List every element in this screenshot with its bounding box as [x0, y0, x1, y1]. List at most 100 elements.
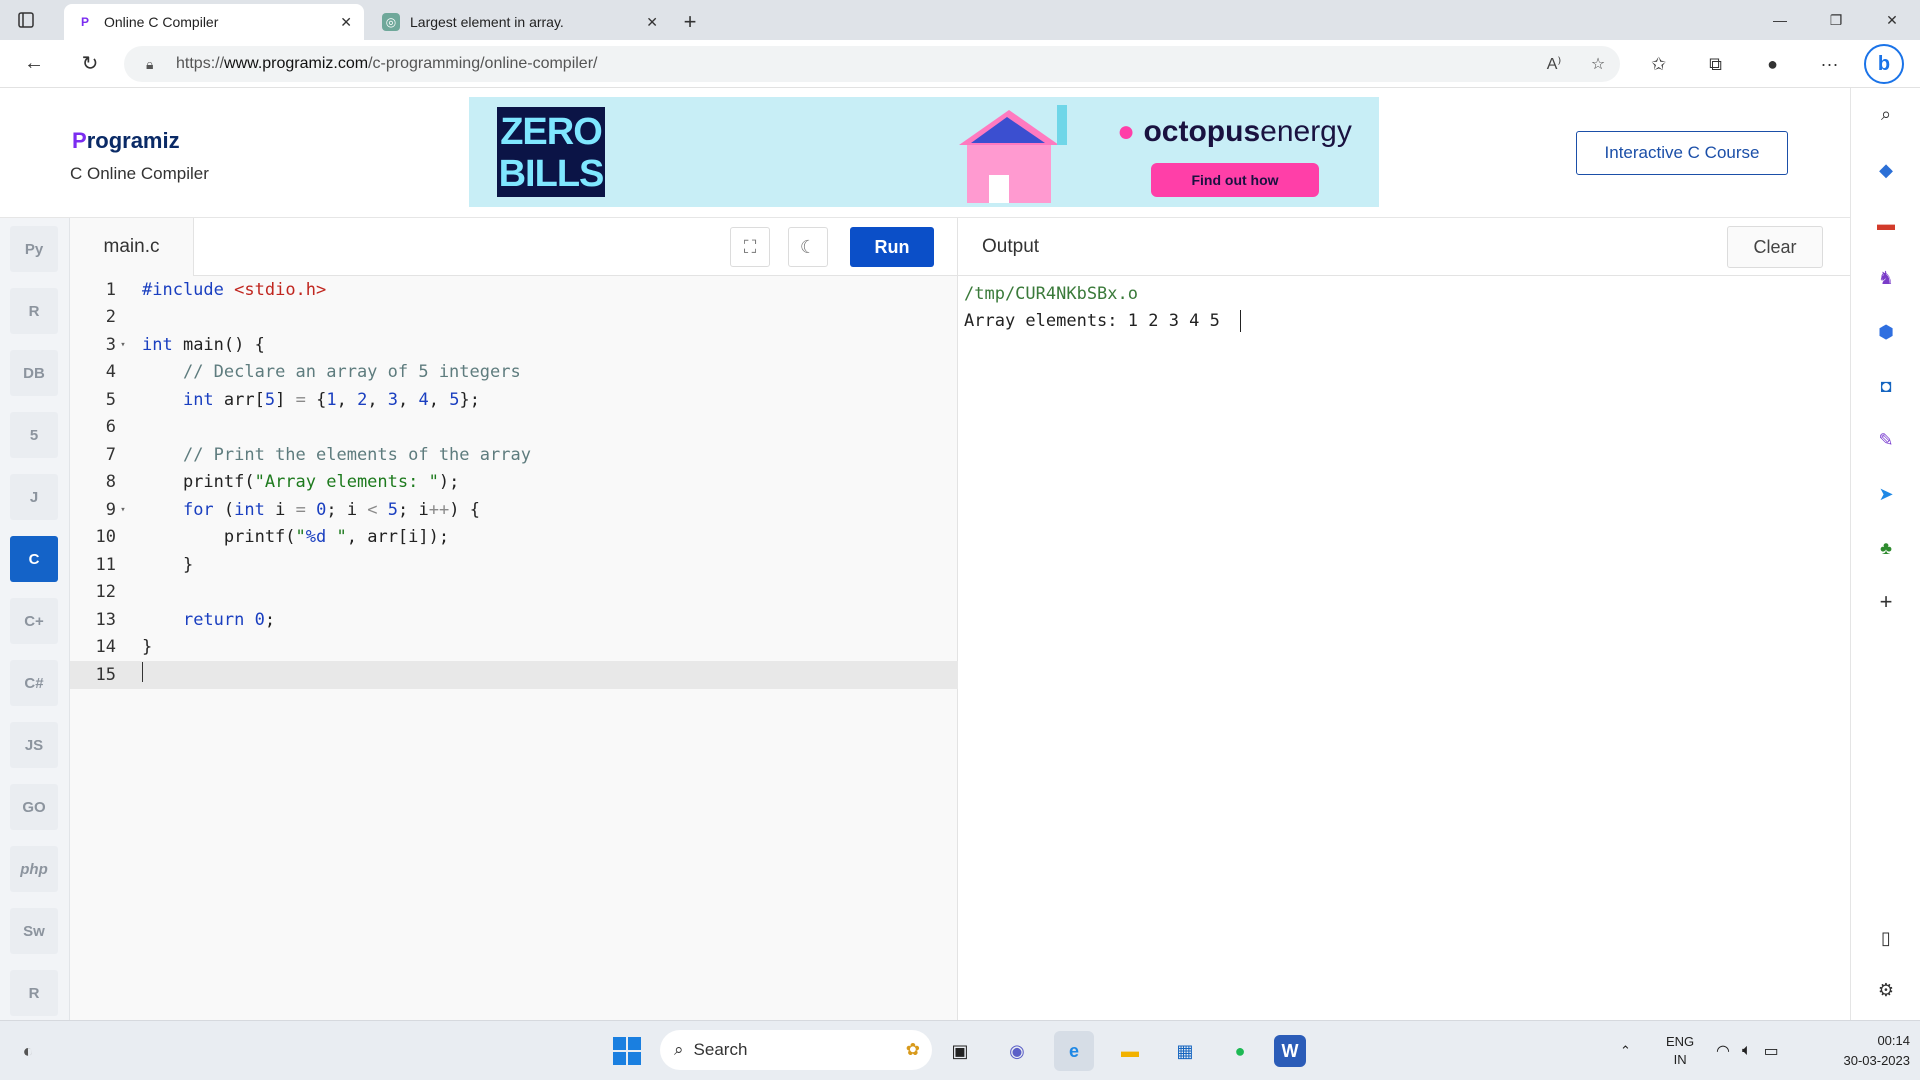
sql-icon[interactable]: DB	[10, 350, 58, 396]
search-icon: ⌕	[674, 1040, 684, 1059]
go-icon[interactable]: GO	[10, 784, 58, 830]
teams-chat-icon[interactable]: ◉	[997, 1031, 1037, 1071]
settings-gear-icon[interactable]: ⚙	[1851, 970, 1920, 1010]
code-line[interactable]: 14}	[70, 634, 958, 662]
outlook-icon[interactable]: ◘	[1851, 366, 1920, 406]
r-icon[interactable]: R	[10, 288, 58, 334]
file-explorer-icon[interactable]: ▬	[1110, 1031, 1150, 1071]
code-line[interactable]: 8 printf("Array elements: ");	[70, 469, 958, 497]
close-tab-icon[interactable]: ✕	[340, 14, 352, 31]
tools-icon[interactable]: ▬	[1851, 204, 1920, 244]
search-icon[interactable]: ⌕	[1851, 94, 1920, 134]
csharp-icon[interactable]: C#	[10, 660, 58, 706]
profile-icon[interactable]: ●	[1744, 54, 1801, 75]
favorites-icon[interactable]: ✩	[1630, 54, 1687, 75]
programiz-logo[interactable]: Programiz	[72, 128, 180, 154]
browser-toolbar: ✩ ⧉ ● ···	[1630, 40, 1858, 88]
code-line[interactable]: 2	[70, 304, 958, 332]
php-icon[interactable]: php	[10, 846, 58, 892]
advertisement-banner[interactable]: ZERO BILLS ● octopusenergy Find out how	[469, 97, 1379, 207]
python-icon[interactable]: Py	[10, 226, 58, 272]
spotify-icon[interactable]: ●	[1220, 1031, 1260, 1071]
new-tab-icon[interactable]: +	[670, 4, 710, 40]
cpp-icon[interactable]: C+	[10, 598, 58, 644]
output-line: /tmp/CUR4NKbSBx.o	[964, 283, 1138, 304]
edge-sidebar: ⌕ ◆ ▬ ♞ ⬢ ◘ ✎ ➤ ♣ + ▯ ⚙	[1850, 88, 1920, 1020]
add-icon[interactable]: +	[1851, 582, 1920, 622]
code-line[interactable]: 13 return 0;	[70, 606, 958, 634]
task-view-icon[interactable]: ▣	[940, 1031, 980, 1071]
find-out-how-button[interactable]: Find out how	[1151, 163, 1319, 197]
widgets-icon[interactable]: ◐	[8, 1031, 48, 1071]
tab-largest-element[interactable]: ◎ Largest element in array. ✕	[370, 4, 670, 40]
output-panel: Output Clear /tmp/CUR4NKbSBx.o Array ele…	[958, 218, 1850, 1020]
shopping-icon[interactable]: ◆	[1851, 150, 1920, 190]
send-icon[interactable]: ➤	[1851, 474, 1920, 514]
code-line[interactable]: 6	[70, 414, 958, 442]
lock-icon[interactable]: 🔒︎	[146, 56, 176, 73]
restore-icon[interactable]: ❐	[1808, 0, 1864, 40]
back-icon[interactable]: ←	[6, 40, 62, 88]
js-icon[interactable]: JS	[10, 722, 58, 768]
interactive-c-course-button[interactable]: Interactive C Course	[1576, 131, 1788, 175]
tab-actions-icon[interactable]	[0, 0, 52, 40]
window-controls: — ❐ ✕	[1752, 0, 1920, 40]
battery-icon[interactable]: ▭	[1764, 1041, 1779, 1061]
split-screen-icon[interactable]: ▯	[1851, 918, 1920, 958]
close-tab-icon[interactable]: ✕	[646, 14, 658, 31]
fold-arrow-icon[interactable]: ▾	[116, 505, 130, 515]
output-toolbar: Output Clear	[958, 218, 1850, 276]
java-icon[interactable]: J	[10, 474, 58, 520]
games-icon[interactable]: ♞	[1851, 258, 1920, 298]
file-tab-main-c[interactable]: main.c	[70, 218, 194, 276]
code-line[interactable]: 5 int arr[5] = {1, 2, 3, 4, 5};	[70, 386, 958, 414]
dark-mode-moon-icon[interactable]: ☾	[788, 227, 828, 267]
code-line[interactable]: 10 printf("%d ", arr[i]);	[70, 524, 958, 552]
read-aloud-icon[interactable]: A⁾	[1532, 54, 1576, 74]
microsoft-store-icon[interactable]: ▦	[1165, 1031, 1205, 1071]
html-icon[interactable]: 5	[10, 412, 58, 458]
code-line[interactable]: 7 // Print the elements of the array	[70, 441, 958, 469]
windows-start-icon[interactable]	[607, 1031, 647, 1071]
code-line[interactable]: 4 // Declare an array of 5 integers	[70, 359, 958, 387]
office-icon[interactable]: ⬢	[1851, 312, 1920, 352]
code-line[interactable]: 3 ▾ int main() {	[70, 331, 958, 359]
tree-icon[interactable]: ♣	[1851, 528, 1920, 568]
show-hidden-icons-icon[interactable]: ⌃	[1620, 1021, 1631, 1080]
minimize-icon[interactable]: —	[1752, 0, 1808, 40]
add-favorite-icon[interactable]: ☆	[1576, 54, 1620, 74]
close-window-icon[interactable]: ✕	[1864, 0, 1920, 40]
system-tray[interactable]: ◠ 🔈︎ ▭	[1716, 1021, 1779, 1080]
wifi-icon[interactable]: ◠	[1716, 1041, 1730, 1061]
bing-chat-icon[interactable]: b	[1864, 44, 1904, 84]
volume-icon[interactable]: 🔈︎	[1742, 1042, 1752, 1060]
code-line[interactable]: 11 }	[70, 551, 958, 579]
word-icon[interactable]: W	[1274, 1035, 1306, 1067]
run-button[interactable]: Run	[850, 227, 934, 267]
more-icon[interactable]: ···	[1801, 54, 1858, 75]
rust-icon[interactable]: R	[10, 970, 58, 1016]
edge-browser-icon[interactable]: e	[1054, 1031, 1094, 1071]
code-area[interactable]: 1 #include <stdio.h> 2 3 ▾ int main() { 4 /…	[70, 276, 958, 689]
fullscreen-icon[interactable]: ⛶	[730, 227, 770, 267]
system-clock[interactable]: 00:14 30-03-2023	[1810, 1031, 1911, 1071]
code-line-current[interactable]: 15	[70, 661, 958, 689]
c-icon[interactable]: C	[10, 536, 58, 582]
taskbar-search-field[interactable]: ⌕ Search ✿	[660, 1030, 932, 1070]
output-console[interactable]: /tmp/CUR4NKbSBx.o Array elements: 1 2 3 …	[964, 280, 1242, 335]
windows-taskbar: ◐ ⌕ Search ✿ ▣ ◉ e ▬ ▦ ● W ⌃ ENG IN ◠ 🔈︎ …	[0, 1020, 1920, 1080]
refresh-icon[interactable]: ↻	[62, 40, 118, 88]
swift-icon[interactable]: Sw	[10, 908, 58, 954]
tab-title: Online C Compiler	[104, 14, 219, 30]
language-indicator[interactable]: ENG IN	[1666, 1021, 1694, 1080]
code-line[interactable]: 9 ▾ for (int i = 0; i < 5; i++) {	[70, 496, 958, 524]
clear-button[interactable]: Clear	[1727, 226, 1823, 268]
code-line[interactable]: 1 #include <stdio.h>	[70, 276, 958, 304]
code-line[interactable]: 12	[70, 579, 958, 607]
url-field[interactable]: 🔒︎ https://www.programiz.com/c-programmi…	[124, 46, 1620, 82]
collections-icon[interactable]: ⧉	[1687, 54, 1744, 75]
designer-icon[interactable]: ✎	[1851, 420, 1920, 460]
fold-arrow-icon[interactable]: ▾	[116, 340, 130, 350]
tab-online-c-compiler[interactable]: P Online C Compiler ✕	[64, 4, 364, 40]
text-cursor	[1240, 310, 1242, 333]
